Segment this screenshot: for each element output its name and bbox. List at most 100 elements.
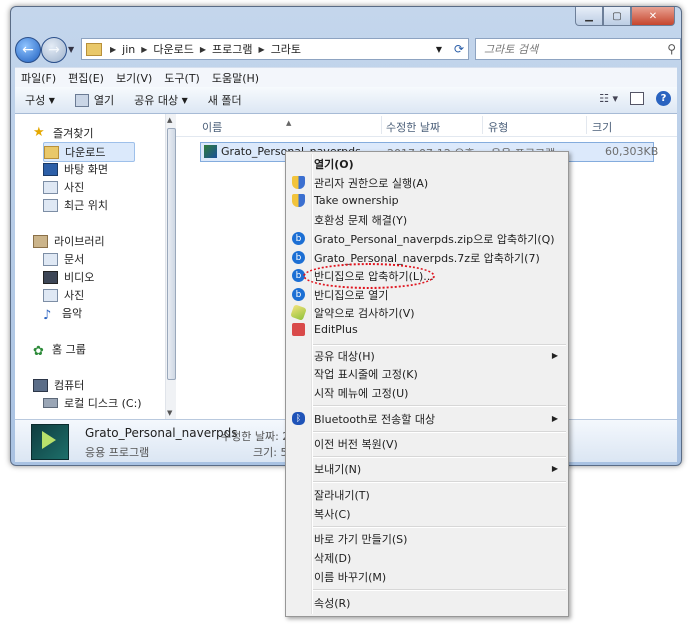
nav-label: 홈 그룹 (52, 343, 86, 356)
column-type[interactable]: 유형 (488, 119, 508, 135)
maximize-button[interactable]: ▢ (603, 7, 631, 26)
search-box[interactable]: ⚲ (475, 38, 681, 60)
column-divider[interactable] (482, 116, 483, 134)
address-dropdown-icon[interactable]: ▼ (436, 45, 442, 54)
menu-item-pin-start[interactable]: 시작 메뉴에 고정(U) (288, 383, 566, 402)
new-folder-button[interactable]: 새 폴더 (198, 92, 252, 108)
scroll-down-icon[interactable]: ▼ (167, 409, 172, 417)
preview-pane-icon[interactable] (630, 92, 644, 105)
menu-item-send-to[interactable]: 보내기(N) ▶ (288, 459, 566, 478)
menu-label: Bluetooth로 전송할 대상 (314, 412, 436, 426)
menu-item-share[interactable]: 공유 대상(H) ▶ (288, 346, 566, 365)
documents-icon (43, 252, 58, 266)
forward-button[interactable]: → (41, 37, 67, 63)
navigation-pane: ★ 즐겨찾기 다운로드 바탕 화면 사진 최근 위치 라이브러리 문서 비디오 사… (15, 114, 176, 419)
share-button[interactable]: 공유 대상 ▼ (124, 92, 198, 108)
libraries-icon (33, 234, 48, 248)
menu-item-create-shortcut[interactable]: 바로 가기 만들기(S) (288, 529, 566, 548)
breadcrumb-jin[interactable]: jin (122, 43, 135, 56)
new-folder-label: 새 폴더 (207, 94, 242, 107)
share-label: 공유 대상 (134, 94, 179, 107)
column-name[interactable]: 이름 (202, 119, 222, 135)
organize-button[interactable]: 구성 ▼ (15, 92, 65, 108)
menu-view[interactable]: 보기(V) (110, 70, 158, 86)
details-size: 크기: 5 (253, 446, 288, 459)
nav-label: 컴퓨터 (54, 379, 85, 392)
minimize-button[interactable]: ▁ (575, 7, 603, 26)
alyac-pill-icon (290, 304, 307, 321)
scroll-up-icon[interactable]: ▲ (167, 116, 172, 124)
nav-label: 음악 (62, 307, 83, 320)
menu-item-copy[interactable]: 복사(C) (288, 504, 566, 523)
menu-item-open[interactable]: 열기(O) (288, 154, 566, 173)
nav-libraries[interactable]: 라이브러리 (33, 232, 105, 250)
menu-item-cut[interactable]: 잘라내기(T) (288, 485, 566, 504)
breadcrumb-programs[interactable]: 프로그램 (212, 41, 252, 57)
nav-item-pictures[interactable]: 사진 (43, 178, 84, 196)
menu-item-bandizip-open[interactable]: b 반디집으로 열기 (288, 285, 566, 304)
menu-item-editplus[interactable]: EditPlus (288, 320, 566, 339)
help-icon[interactable]: ? (656, 91, 671, 106)
menu-item-bluetooth[interactable]: ᛒ Bluetooth로 전송할 대상 ▶ (288, 409, 566, 428)
nav-item-desktop[interactable]: 바탕 화면 (43, 160, 108, 178)
nav-item-music[interactable]: ♪ 음악 (43, 304, 83, 323)
nav-item-videos[interactable]: 비디오 (43, 268, 94, 286)
menu-item-run-as-admin[interactable]: 관리자 권한으로 실행(A) (288, 173, 566, 192)
search-icon[interactable]: ⚲ (667, 42, 676, 56)
menu-item-compatibility[interactable]: 호환성 문제 해결(Y) (288, 210, 566, 229)
menu-item-7z[interactable]: b Grato_Personal_naverpds.7z로 압축하기(7) (288, 248, 566, 267)
open-button[interactable]: 열기 (65, 92, 124, 108)
open-label: 열기 (93, 94, 115, 107)
menu-item-restore-versions[interactable]: 이전 버전 복원(V) (288, 434, 566, 453)
menu-item-pin-taskbar[interactable]: 작업 표시줄에 고정(K) (288, 364, 566, 383)
menu-label: EditPlus (314, 323, 358, 336)
nav-item-downloads[interactable]: 다운로드 (43, 142, 135, 162)
back-arrow-icon: ← (22, 42, 34, 58)
menu-label: Take ownership (314, 194, 399, 207)
breadcrumb-downloads[interactable]: 다운로드 (153, 41, 193, 57)
breadcrumb-separator-icon[interactable]: ▶ (200, 45, 206, 54)
navigation-row: ← → ▼ ▶ jin ▶ 다운로드 ▶ 프로그램 ▶ 그라토 ▼ ⟳ ⚲ (15, 37, 681, 63)
column-modified[interactable]: 수정한 날짜 (386, 119, 440, 135)
nav-favorites[interactable]: ★ 즐겨찾기 (33, 124, 93, 142)
breadcrumb-separator-icon[interactable]: ▶ (259, 45, 265, 54)
nav-item-local-disk[interactable]: 로컬 디스크 (C:) (43, 394, 142, 412)
menu-edit[interactable]: 편집(E) (62, 70, 110, 86)
nav-homegroup[interactable]: ✿ 홈 그룹 (33, 340, 86, 359)
close-button[interactable]: ✕ (631, 7, 675, 26)
search-input[interactable] (482, 41, 656, 57)
refresh-icon[interactable]: ⟳ (454, 42, 464, 56)
menu-file[interactable]: 파일(F) (15, 70, 62, 86)
view-options-icon[interactable]: ☷ ▾ (599, 92, 618, 105)
menu-item-take-ownership[interactable]: Take ownership (288, 191, 566, 210)
menu-help[interactable]: 도움말(H) (206, 70, 265, 86)
column-divider[interactable] (586, 116, 587, 134)
column-size[interactable]: 크기 (592, 119, 612, 135)
nav-label: 최근 위치 (64, 199, 108, 212)
nav-item-documents[interactable]: 문서 (43, 250, 84, 268)
address-bar[interactable]: ▶ jin ▶ 다운로드 ▶ 프로그램 ▶ 그라토 ▼ ⟳ (81, 38, 469, 60)
scrollbar-thumb[interactable] (167, 128, 176, 380)
computer-icon (33, 378, 48, 392)
menu-item-rename[interactable]: 이름 바꾸기(M) (288, 567, 566, 586)
menu-tools[interactable]: 도구(T) (158, 70, 206, 86)
back-button[interactable]: ← (15, 37, 41, 63)
disk-icon (43, 398, 58, 408)
nav-item-lib-pictures[interactable]: 사진 (43, 286, 84, 304)
recent-places-icon (43, 198, 58, 212)
menu-label: 시작 메뉴에 고정(U) (314, 386, 409, 400)
column-divider[interactable] (381, 116, 382, 134)
history-dropdown-icon[interactable]: ▼ (68, 45, 74, 54)
menu-item-delete[interactable]: 삭제(D) (288, 548, 566, 567)
nav-item-recent[interactable]: 최근 위치 (43, 196, 108, 214)
context-menu: 열기(O) 관리자 권한으로 실행(A) Take ownership 호환성 … (285, 151, 569, 617)
menu-item-properties[interactable]: 속성(R) (288, 593, 566, 612)
breadcrumb-grato[interactable]: 그라토 (271, 41, 301, 57)
menu-item-zip[interactable]: b Grato_Personal_naverpds.zip으로 압축하기(Q) (288, 229, 566, 248)
breadcrumb-separator-icon[interactable]: ▶ (110, 45, 116, 54)
nav-scrollbar[interactable]: ▲ ▼ (165, 114, 176, 419)
breadcrumb-separator-icon[interactable]: ▶ (141, 45, 147, 54)
nav-computer[interactable]: 컴퓨터 (33, 376, 84, 394)
submenu-arrow-icon: ▶ (551, 351, 558, 360)
downloads-folder-icon (44, 145, 59, 159)
